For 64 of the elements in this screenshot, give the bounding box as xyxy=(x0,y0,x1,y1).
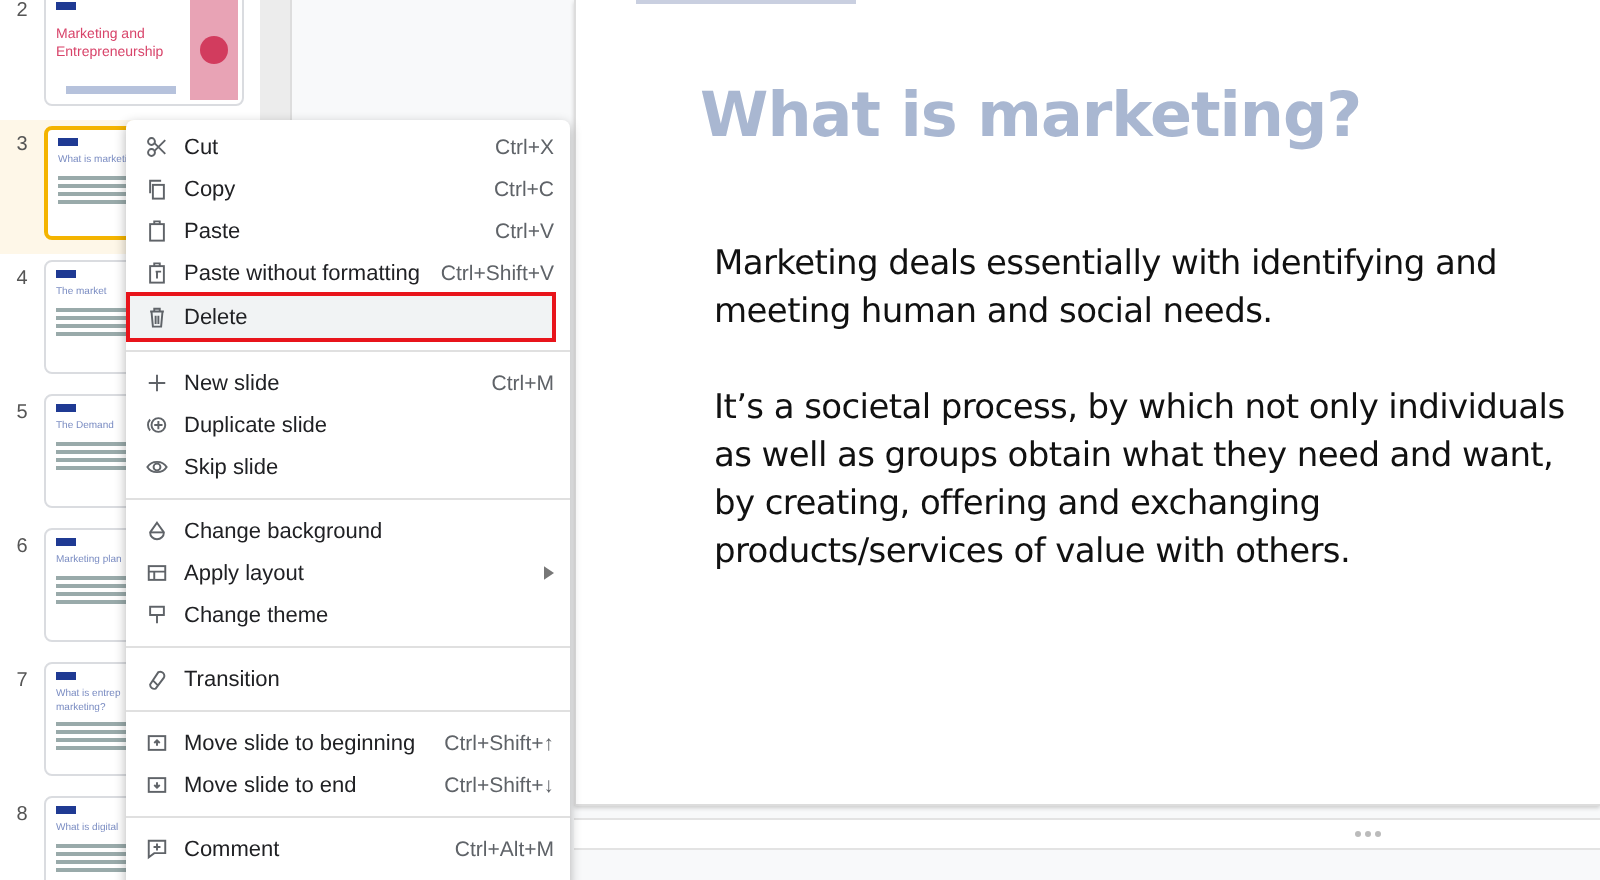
menu-item[interactable]: Cut Ctrl+X xyxy=(126,126,570,168)
menu-item[interactable]: Copy Ctrl+C xyxy=(126,168,570,210)
menu-item[interactable]: Change background xyxy=(126,510,570,552)
clipboard-icon xyxy=(146,220,168,242)
eraser-icon xyxy=(146,668,168,690)
menu-item[interactable]: Delete xyxy=(128,294,554,340)
slide-number: 4 xyxy=(14,266,30,290)
menu-item[interactable]: Transition xyxy=(126,658,570,700)
text-lines-drawing xyxy=(56,441,128,469)
comment-icon xyxy=(146,838,168,860)
slide-up-icon xyxy=(146,732,168,754)
drop-icon xyxy=(146,520,168,542)
text-lines-drawing xyxy=(56,843,128,871)
body-paragraph: Marketing deals essentially with identifying and meeting human and social needs. xyxy=(714,242,1500,336)
keyboard-shortcut: Ctrl+Alt+M xyxy=(454,837,554,861)
text-lines-drawing xyxy=(56,307,128,335)
flag-icon xyxy=(56,2,76,10)
slide-number: 8 xyxy=(14,802,30,826)
layout-icon xyxy=(146,562,168,584)
menu-item[interactable]: Paste Ctrl+V xyxy=(126,210,570,252)
slide-number: 2 xyxy=(14,0,30,22)
menu-item[interactable]: New slide Ctrl+M xyxy=(126,362,570,404)
menu-item[interactable]: Move slide to beginning Ctrl+Shift+↑ xyxy=(126,722,570,764)
pattern-drawing xyxy=(190,0,238,100)
text-lines-drawing xyxy=(56,575,128,603)
slide-number: 3 xyxy=(14,132,30,156)
duplicate-icon xyxy=(146,414,168,436)
keyboard-shortcut: Ctrl+Shift+V xyxy=(440,261,554,285)
slide-number: 5 xyxy=(14,400,30,424)
keyboard-shortcut: Ctrl+M xyxy=(491,371,554,395)
menu-item[interactable]: Move slide to end Ctrl+Shift+↓ xyxy=(126,764,570,806)
plus-icon xyxy=(146,372,168,394)
flag-icon xyxy=(56,806,76,814)
body-paragraph: It’s a societal process, by which not only individuals as well as groups obtain what they need and want, by creating, offering and exchanging products/services of value with others. xyxy=(714,386,1567,576)
eye-icon xyxy=(146,456,168,478)
menu-item[interactable]: Comment Ctrl+Alt+M xyxy=(126,828,570,870)
text-lines-drawing xyxy=(56,722,128,750)
flag-icon xyxy=(56,404,76,412)
slide-title: What is marketing? xyxy=(700,80,1364,152)
slide-down-icon xyxy=(146,774,168,796)
scissors-icon xyxy=(146,136,168,158)
menu-item[interactable]: Apply layout xyxy=(126,552,570,594)
resize-handle-icon[interactable] xyxy=(1353,830,1381,838)
keyboard-shortcut: Ctrl+Shift+↑ xyxy=(444,731,554,755)
menu-item[interactable]: Paste without formatting Ctrl+Shift+V xyxy=(126,252,570,294)
trash-icon xyxy=(146,306,168,328)
slide-number: 7 xyxy=(14,668,30,692)
brush-icon xyxy=(146,604,168,626)
keyboard-shortcut: Ctrl+V xyxy=(495,219,554,243)
clipboard-icon xyxy=(146,262,168,284)
flag-icon xyxy=(56,270,76,278)
menu-item[interactable]: Skip slide xyxy=(126,446,570,488)
menu-item[interactable]: Duplicate slide xyxy=(126,404,570,446)
slide-number: 6 xyxy=(14,534,30,558)
copy-icon xyxy=(146,178,168,200)
flag-icon xyxy=(58,138,78,146)
keyboard-shortcut: Ctrl+X xyxy=(495,135,554,159)
text-lines-drawing xyxy=(58,175,130,203)
menu-item[interactable]: Change theme xyxy=(126,594,570,636)
keyboard-shortcut: Ctrl+C xyxy=(493,177,554,201)
keyboard-shortcut: Ctrl+Shift+↓ xyxy=(444,773,554,797)
flag-icon xyxy=(56,538,76,546)
logos-drawing xyxy=(66,86,176,94)
flag-icon xyxy=(56,672,76,680)
